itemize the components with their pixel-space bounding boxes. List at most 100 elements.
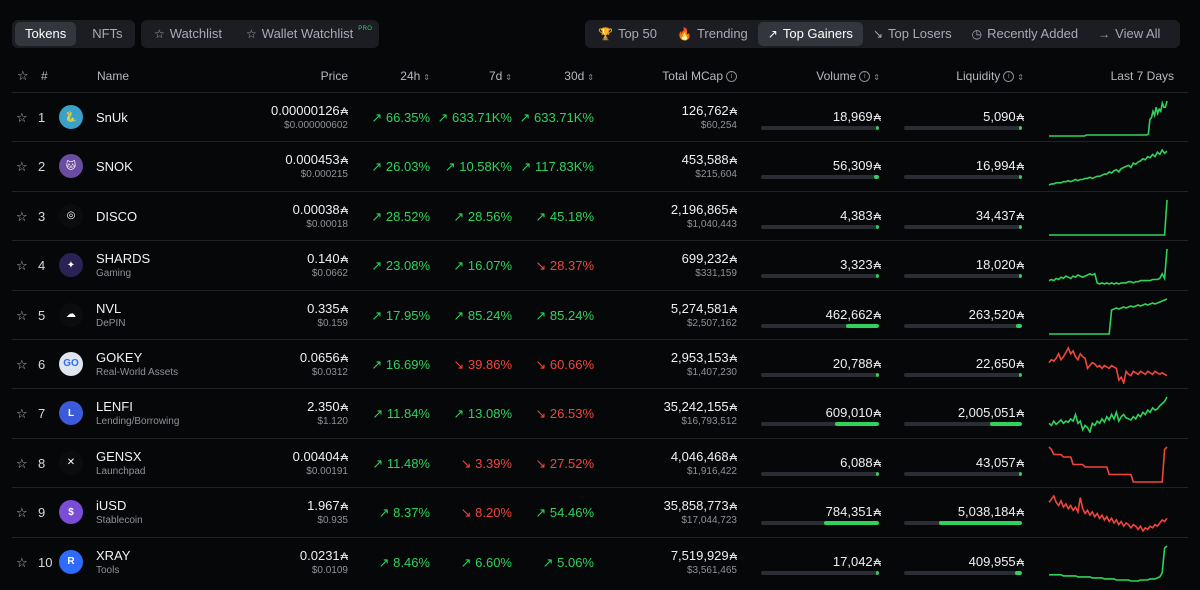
liquidity-bar <box>904 422 1022 427</box>
arrow-up-right-icon: ↗ <box>444 159 460 175</box>
price: 0.00000126₳ <box>271 103 348 118</box>
liquidity-bar <box>904 175 1022 180</box>
table-row[interactable]: ☆ 8 ✕ GENSX Launchpad 0.00404₳ $0.00191 ↗ 11.48… <box>12 437 1188 487</box>
mcap-header[interactable]: Total MCap i <box>662 69 737 83</box>
filter-view-all[interactable]: → View All <box>1088 22 1170 46</box>
token-name[interactable]: SHARDS <box>96 251 150 266</box>
rank: 3 <box>38 208 46 224</box>
table-row[interactable]: ☆ 9 $ iUSD Stablecoin 1.967₳ $0.935 ↗ 8.37% ↘ 8.… <box>12 487 1188 536</box>
change-30d-value: 27.52% <box>549 455 594 471</box>
star-outline-icon[interactable]: ☆ <box>16 456 28 472</box>
arrow-up-right-icon: ↗ <box>453 307 468 323</box>
liquidity: 16,994₳ <box>976 158 1024 173</box>
table-row[interactable]: ☆ 6 GO GOKEY Real-World Assets 0.0656₳ $0.0312… <box>12 338 1188 388</box>
change-24h-value: 28.52% <box>385 208 430 224</box>
filter-recently-added[interactable]: ◷ Recently Added <box>962 22 1089 46</box>
tab-tokens[interactable]: Tokens <box>15 22 77 46</box>
mcap-usd: $1,040,443 <box>686 218 737 230</box>
price-value: 0.0231 <box>299 547 340 563</box>
ada-icon: ₳ <box>873 260 881 273</box>
star-outline-icon[interactable]: ☆ <box>16 159 28 175</box>
liquidity-bar <box>904 570 1022 575</box>
sparkline-path <box>1048 494 1168 533</box>
token-name[interactable]: SnUk <box>96 110 128 125</box>
tab-nfts[interactable]: NFTs <box>82 22 132 46</box>
star-outline-icon[interactable]: ☆ <box>16 110 28 126</box>
star-outline-icon[interactable]: ☆ <box>16 406 28 422</box>
liquidity-bar <box>904 521 1022 526</box>
liquidity-header[interactable]: Liquidity i ⇕ <box>956 69 1024 83</box>
volume: 462,662₳ <box>826 307 881 322</box>
token-name[interactable]: iUSD <box>96 498 126 513</box>
token-category: Tools <box>96 564 120 576</box>
star-outline-icon[interactable]: ☆ <box>16 308 28 324</box>
price-usd: $0.00018 <box>306 218 348 230</box>
change-24h: ↗ 16.69% <box>371 357 430 373</box>
token-name[interactable]: NVL <box>96 301 121 316</box>
token-name[interactable]: GOKEY <box>96 350 142 365</box>
price: 0.000453₳ <box>285 152 348 167</box>
name-header[interactable]: Name <box>97 69 129 83</box>
sort-icon: ⇕ <box>423 73 430 82</box>
change-24h: ↗ 11.84% <box>372 406 430 422</box>
liquidity-bar-fill <box>1019 471 1022 476</box>
change-7d: ↘ 3.39% <box>461 456 512 472</box>
liquidity: 5,038,184₳ <box>958 504 1024 519</box>
rank: 7 <box>38 406 46 422</box>
arrow-up-right-icon: ↗ <box>460 554 476 570</box>
filter-trending[interactable]: 🔥 Trending <box>667 22 758 46</box>
token-name[interactable]: XRAY <box>96 548 130 563</box>
change-24h: ↗ 66.35% <box>371 110 430 126</box>
table-row[interactable]: ☆ 3 ◎ DISCO 0.00038₳ $0.00018 ↗ 28.52% ↗ 28.56%… <box>12 190 1188 240</box>
table-row[interactable]: ☆ 2 🐱 SNOK 0.000453₳ $0.000215 ↗ 26.03% ↗ 10.58… <box>12 141 1188 190</box>
volume-header[interactable]: Volume i ⇕ <box>816 69 880 83</box>
token-name[interactable]: DISCO <box>96 209 137 224</box>
d7-header[interactable]: 7d ⇕ <box>489 69 512 83</box>
token-name[interactable]: GENSX <box>96 449 142 464</box>
mcap-value: 2,196,865 <box>670 201 729 217</box>
volume-bar <box>761 471 879 476</box>
last7-header: Last 7 Days <box>1110 69 1174 83</box>
star-outline-icon[interactable]: ☆ <box>16 209 28 225</box>
liquidity: 263,520₳ <box>969 307 1024 322</box>
table-row[interactable]: ☆ 10 R XRAY Tools 0.0231₳ $0.0109 ↗ 8.46% ↗ 6.60… <box>12 536 1188 586</box>
liquidity-bar <box>904 274 1022 279</box>
price-header[interactable]: Price <box>321 69 348 83</box>
filter-top-losers[interactable]: ↘ Top Losers <box>863 22 962 46</box>
filter-label: Top Gainers <box>782 26 853 41</box>
mcap-value: 5,274,581 <box>670 300 729 316</box>
h24-header[interactable]: 24h ⇕ <box>400 69 430 83</box>
rank: 5 <box>38 307 46 323</box>
table-row[interactable]: ☆ 7 L LENFI Lending/Borrowing 2.350₳ $1.120 ↗ 1… <box>12 388 1188 437</box>
volume-value: 17,042 <box>832 553 873 569</box>
watchlist-tab[interactable]: ☆ Watchlist <box>144 22 232 46</box>
table-row[interactable]: ☆ 4 ✦ SHARDS Gaming 0.140₳ $0.0662 ↗ 23.08% ↗ 16… <box>12 240 1188 289</box>
star-outline-icon[interactable]: ☆ <box>16 258 28 274</box>
mcap-value: 2,953,153 <box>670 349 729 365</box>
mcap-usd: $331,159 <box>695 268 737 280</box>
liquidity-bar <box>904 323 1022 328</box>
arrow-down-right-icon: ↘ <box>453 356 468 372</box>
liquidity: 34,437₳ <box>976 208 1024 223</box>
d30-header[interactable]: 30d ⇕ <box>564 69 594 83</box>
price: 0.0656₳ <box>300 350 348 365</box>
ada-icon: ₳ <box>873 358 881 371</box>
token-name[interactable]: SNOK <box>96 159 133 174</box>
change-7d-value: 6.60% <box>475 554 512 570</box>
star-outline-icon[interactable]: ☆ <box>16 357 28 373</box>
star-outline-icon[interactable]: ☆ <box>16 505 28 521</box>
change-30d-value: 85.24% <box>549 307 594 323</box>
price-value: 0.00404 <box>292 448 340 464</box>
change-7d: ↘ 39.86% <box>453 357 512 373</box>
sparkline-7d <box>1049 297 1168 335</box>
filter-top-gainers[interactable]: ↗ Top Gainers <box>757 22 863 46</box>
table-row[interactable]: ☆ 5 ☁ NVL DePIN 0.335₳ $0.159 ↗ 17.95% ↗ 85.24% ↗… <box>12 289 1188 339</box>
ada-icon: ₳ <box>1016 408 1024 421</box>
star-outline-icon[interactable]: ☆ <box>16 555 28 571</box>
volume-value: 56,309 <box>832 158 873 174</box>
rank: 2 <box>38 159 46 175</box>
filter-top-50[interactable]: 🏆 Top 50 <box>588 22 667 46</box>
token-name[interactable]: LENFI <box>96 399 133 414</box>
wallet-watchlist-tab[interactable]: ☆ Wallet Watchlist PRO <box>236 22 382 46</box>
table-row[interactable]: ☆ 1 🐍 SnUk 0.00000126₳ $0.000000602 ↗ 66.35% ↗ … <box>12 92 1188 141</box>
